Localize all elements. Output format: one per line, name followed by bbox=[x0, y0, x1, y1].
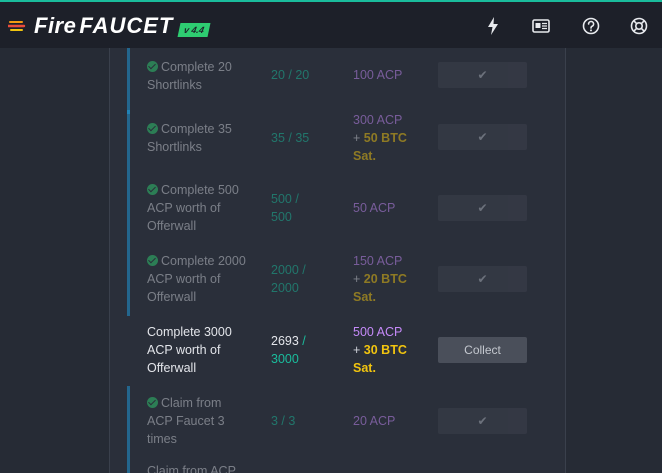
reward-acp: 500 ACP bbox=[353, 325, 403, 339]
completed-button[interactable]: ✔ bbox=[438, 195, 527, 221]
completed-button[interactable]: ✔ bbox=[438, 62, 527, 88]
row-accent-bar bbox=[127, 48, 130, 114]
check-circle-icon bbox=[147, 255, 158, 266]
collect-button[interactable]: Collect bbox=[438, 337, 527, 363]
reward-cell: 500 ACP + 30 BTC Sat. bbox=[353, 323, 423, 377]
reward-acp: 300 ACP bbox=[353, 113, 403, 127]
completed-button[interactable]: ✔ bbox=[438, 266, 527, 292]
task-cell: Claim from ACP Faucet 3 times bbox=[147, 394, 247, 448]
row-accent-bar bbox=[127, 110, 130, 179]
reward-cell: 150 ACP + 20 BTC Sat. bbox=[353, 252, 423, 306]
completed-button[interactable]: ✔ bbox=[438, 124, 527, 150]
table-row: Complete 35 Shortlinks 35 / 35 300 ACP + … bbox=[110, 110, 565, 179]
table-row: Complete 20 Shortlinks 20 / 20 100 ACP ✔ bbox=[110, 48, 565, 114]
reward-cell: 100 ACP bbox=[353, 66, 423, 84]
check-circle-icon bbox=[147, 397, 158, 408]
table-row: Claim from ACP Faucet 3 times 3 / 3 20 A… bbox=[110, 386, 565, 456]
plus-sign: + bbox=[353, 343, 361, 357]
reward-btc: 50 BTC Sat. bbox=[353, 131, 407, 163]
row-accent-bar bbox=[127, 456, 130, 473]
task-label: Complete 35 Shortlinks bbox=[147, 122, 232, 154]
progress-current: 500 bbox=[271, 192, 292, 206]
task-label: Claim from ACP bbox=[147, 464, 236, 473]
table-row: Complete 500 ACP worth of Offerwall 500 … bbox=[110, 179, 565, 250]
table-row: Complete 2000 ACP worth of Offerwall 200… bbox=[110, 250, 565, 316]
completed-button[interactable]: ✔ bbox=[438, 408, 527, 434]
reward-acp: 100 ACP bbox=[353, 68, 403, 82]
help-icon[interactable] bbox=[581, 16, 601, 36]
flame-icon bbox=[8, 21, 26, 31]
progress-current: 2000 bbox=[271, 263, 299, 277]
reward-btc: 30 BTC Sat. bbox=[353, 343, 407, 375]
logo-faucet-text: FAUCET bbox=[79, 13, 174, 38]
task-cell: Complete 3000 ACP worth of Offerwall bbox=[147, 323, 247, 377]
progress-cell: 20 / 20 bbox=[271, 68, 310, 82]
plus-sign: + bbox=[353, 272, 361, 286]
task-cell: Complete 2000 ACP worth of Offerwall bbox=[147, 252, 247, 306]
progress-total: 20 bbox=[295, 68, 310, 82]
task-cell: Complete 500 ACP worth of Offerwall bbox=[147, 181, 247, 235]
task-label: Complete 20 Shortlinks bbox=[147, 60, 232, 92]
logo-fire-text: Fire bbox=[34, 13, 77, 38]
table-row: Claim from ACP bbox=[110, 456, 565, 473]
task-label: Claim from ACP Faucet 3 times bbox=[147, 396, 225, 446]
reward-cell: 20 ACP bbox=[353, 412, 423, 430]
row-accent-bar bbox=[127, 250, 130, 316]
progress-cell: 35 / 35 bbox=[271, 131, 310, 145]
progress-current: 35 bbox=[271, 131, 285, 145]
progress-total: 2000 bbox=[271, 281, 299, 295]
task-cell: Claim from ACP bbox=[147, 462, 247, 473]
reward-cell: 50 ACP bbox=[353, 199, 423, 217]
reward-btc: 20 BTC Sat. bbox=[353, 272, 407, 304]
row-accent-bar bbox=[127, 179, 130, 250]
progress-cell: 2000 / 2000 bbox=[271, 263, 306, 295]
check-circle-icon bbox=[147, 61, 158, 72]
reward-cell: 300 ACP + 50 BTC Sat. bbox=[353, 111, 423, 165]
progress-cell: 500 / 500 bbox=[271, 192, 299, 224]
task-label: Complete 500 ACP worth of Offerwall bbox=[147, 183, 239, 233]
progress-current: 20 bbox=[271, 68, 285, 82]
task-cell: Complete 35 Shortlinks bbox=[147, 120, 247, 156]
check-circle-icon bbox=[147, 123, 158, 134]
news-icon[interactable] bbox=[531, 16, 551, 36]
progress-total: 35 bbox=[295, 131, 310, 145]
task-label: Complete 3000 ACP worth of Offerwall bbox=[147, 325, 232, 375]
row-accent-bar bbox=[127, 386, 130, 456]
table-row: Complete 3000 ACP worth of Offerwall 269… bbox=[110, 316, 565, 386]
progress-total: 3000 bbox=[271, 352, 299, 366]
progress-cell: 2693 / 3000 bbox=[271, 334, 306, 366]
check-circle-icon bbox=[147, 184, 158, 195]
version-badge: v 4.4 bbox=[177, 23, 211, 37]
reward-acp: 50 ACP bbox=[353, 201, 396, 215]
task-cell: Complete 20 Shortlinks bbox=[147, 58, 247, 94]
progress-current: 2693 bbox=[271, 334, 299, 348]
progress-total: 500 bbox=[271, 210, 292, 224]
progress-total: 3 bbox=[288, 414, 296, 428]
site-logo[interactable]: Fire FAUCET v 4.4 bbox=[8, 12, 211, 40]
plus-sign: + bbox=[353, 131, 361, 145]
progress-current: 3 bbox=[271, 414, 278, 428]
lightning-icon[interactable] bbox=[483, 16, 503, 36]
reward-acp: 20 ACP bbox=[353, 414, 396, 428]
progress-cell: 3 / 3 bbox=[271, 414, 296, 428]
achievements-table: Complete 20 Shortlinks 20 / 20 100 ACP ✔… bbox=[109, 48, 566, 473]
support-icon[interactable] bbox=[629, 16, 649, 36]
top-navbar: Fire FAUCET v 4.4 bbox=[0, 0, 662, 48]
reward-acp: 150 ACP bbox=[353, 254, 403, 268]
task-label: Complete 2000 ACP worth of Offerwall bbox=[147, 254, 246, 304]
